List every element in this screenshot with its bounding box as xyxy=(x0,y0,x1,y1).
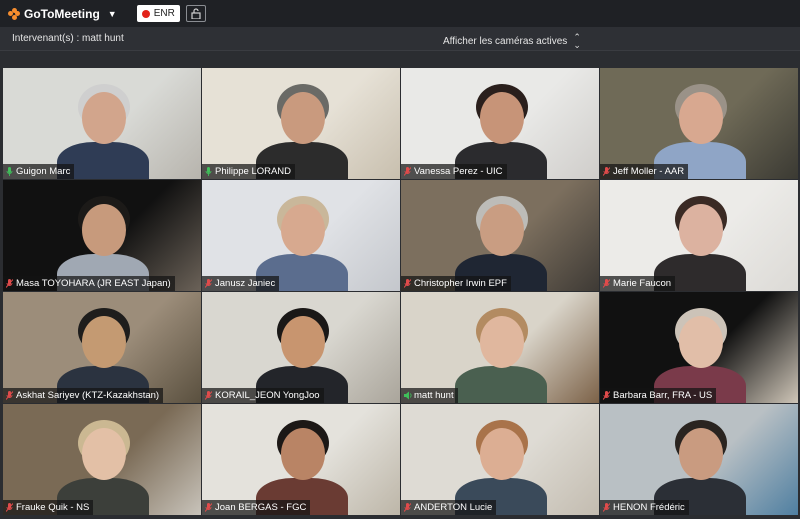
participant-face xyxy=(480,204,524,256)
participant-name: Joan BERGAS - FGC xyxy=(215,502,307,513)
participant-name-label: ANDERTON Lucie xyxy=(401,500,497,515)
participant-face xyxy=(281,316,325,368)
video-tile[interactable]: Philippe LORAND xyxy=(202,68,400,179)
video-tile[interactable]: ANDERTON Lucie xyxy=(401,404,599,515)
mic-muted-icon xyxy=(603,167,610,176)
participant-name: ANDERTON Lucie xyxy=(414,502,493,513)
mic-muted-icon xyxy=(404,279,411,288)
participant-face xyxy=(679,92,723,144)
video-tile[interactable]: Frauke Quik - NS xyxy=(3,404,201,515)
participant-name-label: KORAIL_JEON YongJoo xyxy=(202,388,324,403)
camera-filter-select[interactable]: Afficher les caméras actives ⌃ ⌄ xyxy=(443,32,581,50)
participant-name-label: Philippe LORAND xyxy=(202,164,296,179)
participant-name-label: Guigon Marc xyxy=(3,164,75,179)
participant-face xyxy=(82,316,126,368)
mic-muted-icon xyxy=(404,167,411,176)
participant-name-label: Askhat Sariyev (KTZ-Kazakhstan) xyxy=(3,388,164,403)
participant-name: Christopher Irwin EPF xyxy=(414,278,507,289)
participant-face xyxy=(480,428,524,480)
participant-body xyxy=(455,366,547,403)
video-tile[interactable]: Askhat Sariyev (KTZ-Kazakhstan) xyxy=(3,292,201,403)
video-tile[interactable]: Jeff Moller - AAR xyxy=(600,68,798,179)
meeting-window: GoToMeeting ▼ ENR Intervenant(s) : matt … xyxy=(0,0,800,519)
video-tile[interactable]: Marie Faucon xyxy=(600,180,798,291)
video-tile[interactable]: Joan BERGAS - FGC xyxy=(202,404,400,515)
mic-muted-icon xyxy=(6,279,13,288)
participant-name-label: Masa TOYOHARA (JR EAST Japan) xyxy=(3,276,175,291)
participant-face xyxy=(679,316,723,368)
participant-name: Guigon Marc xyxy=(16,166,71,177)
participant-face xyxy=(281,204,325,256)
video-tile[interactable]: Barbara Barr, FRA - US xyxy=(600,292,798,403)
video-tile[interactable]: KORAIL_JEON YongJoo xyxy=(202,292,400,403)
participant-name-label: matt hunt xyxy=(401,388,458,403)
chevron-down-icon: ▼ xyxy=(107,8,117,19)
mic-icon xyxy=(205,167,212,176)
participant-name-label: Jeff Moller - AAR xyxy=(600,164,689,179)
participant-face xyxy=(480,316,524,368)
participant-face xyxy=(679,428,723,480)
mic-muted-icon xyxy=(205,279,212,288)
active-speaker-label: Intervenant(s) : matt hunt xyxy=(12,33,124,44)
participant-name: KORAIL_JEON YongJoo xyxy=(215,390,320,401)
participant-name: Philippe LORAND xyxy=(215,166,292,177)
speaker-bar: Intervenant(s) : matt hunt Afficher les … xyxy=(0,27,800,51)
participant-name: Askhat Sariyev (KTZ-Kazakhstan) xyxy=(16,390,160,401)
participant-face xyxy=(281,92,325,144)
participant-name-label: Joan BERGAS - FGC xyxy=(202,500,311,515)
mic-muted-icon xyxy=(6,503,13,512)
participant-name: Janusz Janiec xyxy=(215,278,276,289)
updown-chevron-icon: ⌃ ⌄ xyxy=(573,32,581,50)
participant-name-label: Marie Faucon xyxy=(600,276,676,291)
participant-face xyxy=(82,204,126,256)
participant-name: Jeff Moller - AAR xyxy=(613,166,685,177)
mic-muted-icon xyxy=(603,279,610,288)
participant-name-label: Frauke Quik - NS xyxy=(3,500,94,515)
participant-name: Marie Faucon xyxy=(613,278,672,289)
participant-name: HENON Frédéric xyxy=(613,502,685,513)
video-tile[interactable]: HENON Frédéric xyxy=(600,404,798,515)
participant-name-label: Vanessa Perez - UIC xyxy=(401,164,507,179)
participant-face xyxy=(82,92,126,144)
record-icon xyxy=(141,9,150,18)
mic-muted-icon xyxy=(404,503,411,512)
record-button[interactable]: ENR xyxy=(136,5,180,22)
participant-face xyxy=(679,204,723,256)
participant-name: Vanessa Perez - UIC xyxy=(414,166,503,177)
camera-filter-label: Afficher les caméras actives xyxy=(443,35,568,47)
top-bar: GoToMeeting ▼ ENR xyxy=(0,0,800,27)
record-label: ENR xyxy=(153,8,175,19)
brand-menu[interactable]: GoToMeeting ▼ xyxy=(8,7,117,21)
video-tile[interactable]: Vanessa Perez - UIC xyxy=(401,68,599,179)
video-tile[interactable]: Masa TOYOHARA (JR EAST Japan) xyxy=(3,180,201,291)
video-grid: Guigon Marc Philippe LORAND Vanessa Perez … xyxy=(3,68,800,519)
participant-name: Masa TOYOHARA (JR EAST Japan) xyxy=(16,278,171,289)
speaker-icon xyxy=(404,391,412,400)
participant-name-label: Christopher Irwin EPF xyxy=(401,276,511,291)
brand-label: GoToMeeting xyxy=(24,6,100,21)
mic-muted-icon xyxy=(6,391,13,400)
participant-name-label: HENON Frédéric xyxy=(600,500,689,515)
mic-muted-icon xyxy=(205,503,212,512)
video-tile[interactable]: Janusz Janiec xyxy=(202,180,400,291)
mic-muted-icon xyxy=(603,503,610,512)
participant-name: Barbara Barr, FRA - US xyxy=(613,390,713,401)
participant-face xyxy=(480,92,524,144)
participant-face xyxy=(281,428,325,480)
lock-icon xyxy=(191,8,201,19)
participant-name-label: Barbara Barr, FRA - US xyxy=(600,388,717,403)
participant-face xyxy=(82,428,126,480)
video-tile[interactable]: Christopher Irwin EPF xyxy=(401,180,599,291)
mic-muted-icon xyxy=(205,391,212,400)
video-tile[interactable]: matt hunt xyxy=(401,292,599,403)
mic-icon xyxy=(6,167,13,176)
video-tile[interactable]: Guigon Marc xyxy=(3,68,201,179)
participant-name: matt hunt xyxy=(414,390,454,401)
lock-button[interactable] xyxy=(185,5,206,22)
mic-muted-icon xyxy=(603,391,610,400)
gotomeeting-logo-icon xyxy=(8,7,20,20)
participant-name-label: Janusz Janiec xyxy=(202,276,280,291)
participant-name: Frauke Quik - NS xyxy=(16,502,90,513)
